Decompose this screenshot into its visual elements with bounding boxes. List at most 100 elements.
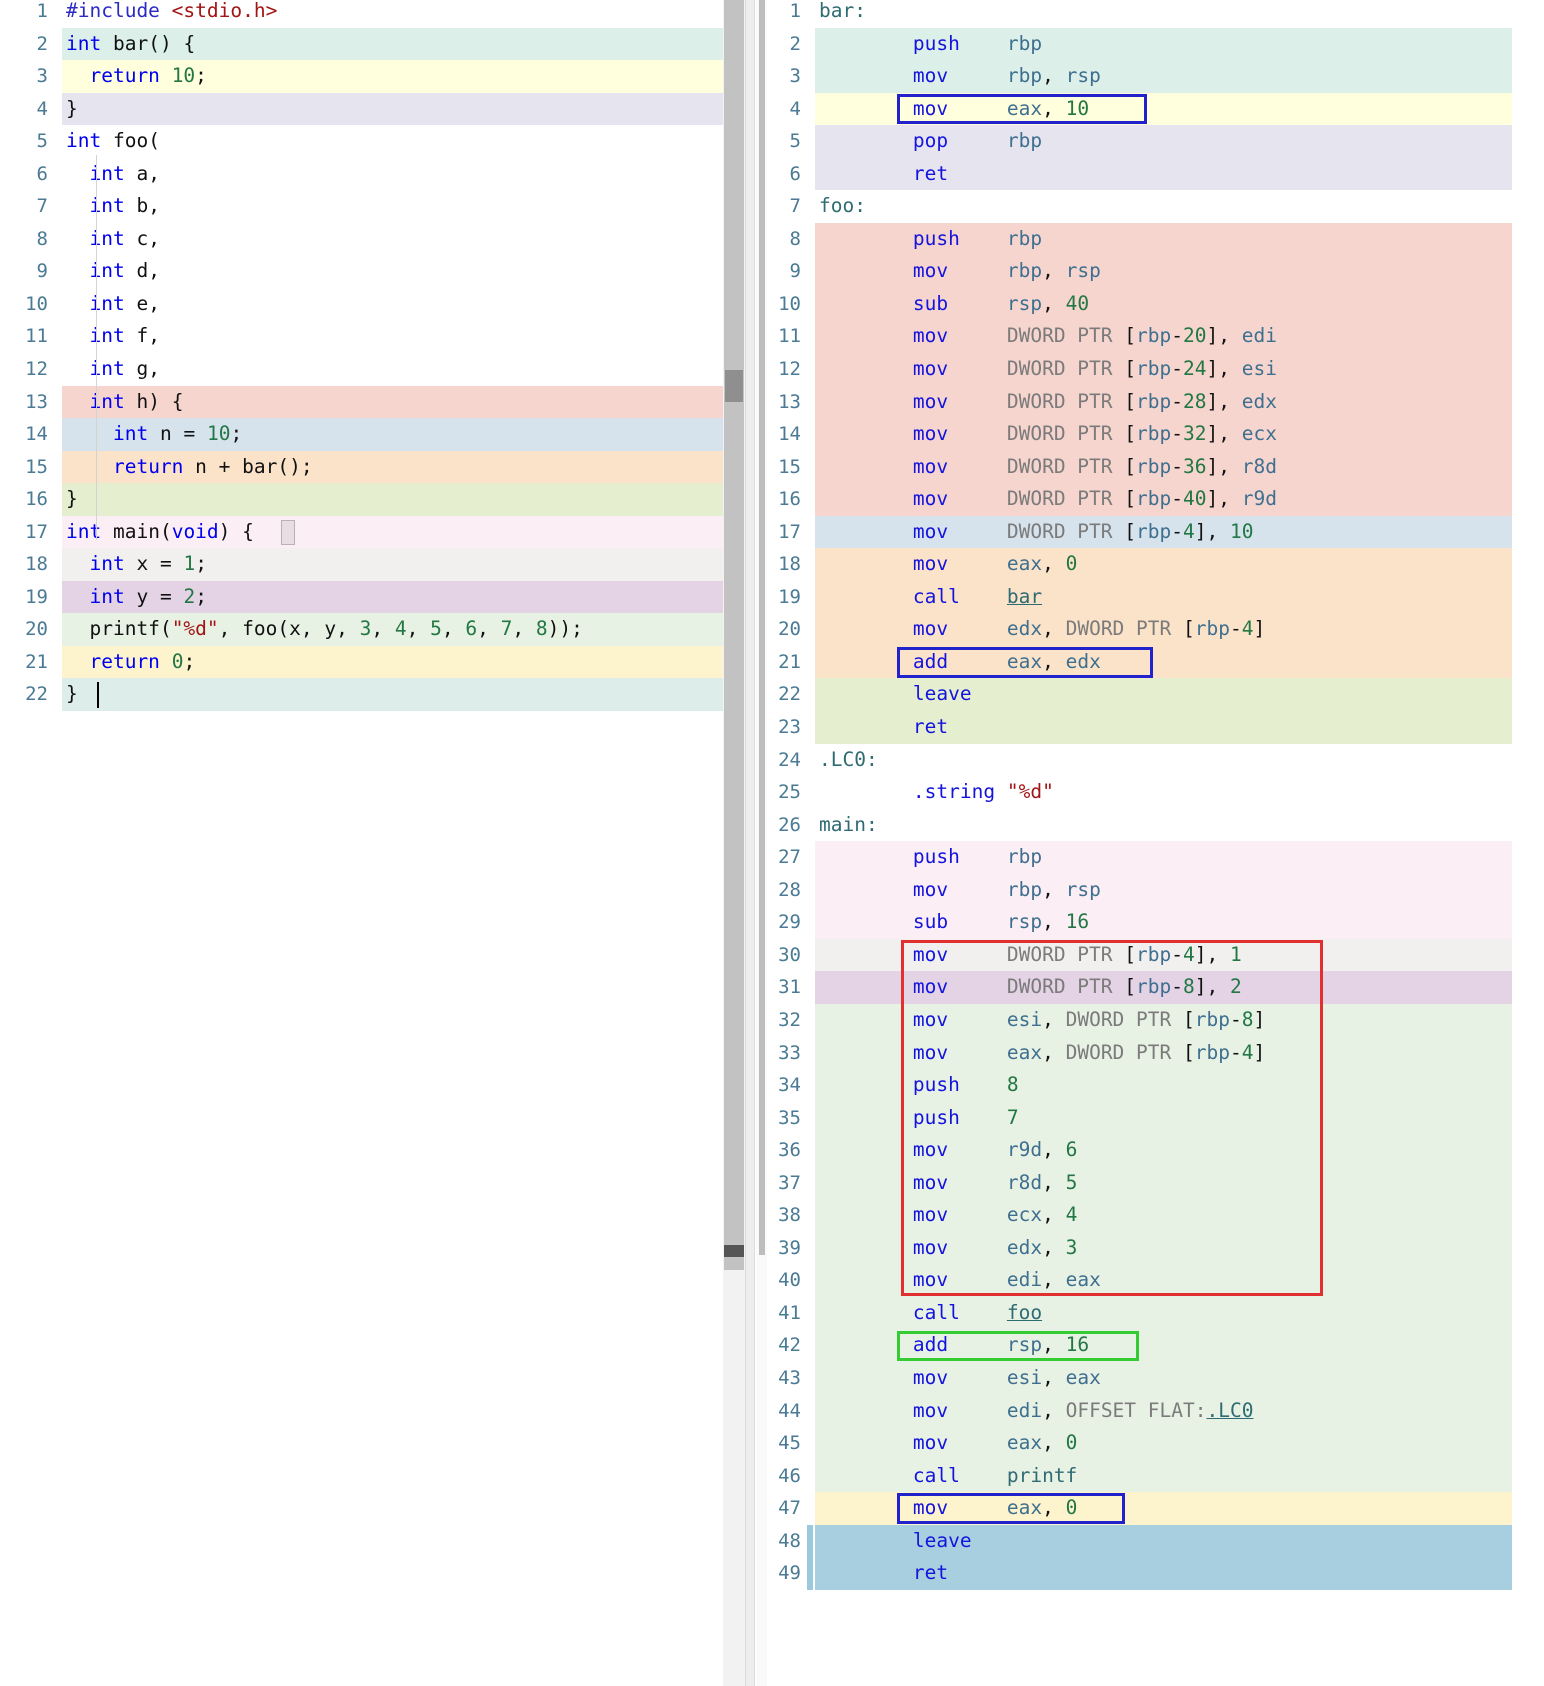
assembly-line-text[interactable]: mov rbp, rsp xyxy=(815,255,1512,288)
source-line[interactable]: 15 return n + bar(); xyxy=(0,450,723,484)
assembly-line-text[interactable]: add eax, edx xyxy=(815,646,1512,679)
scrollbar-thumb[interactable] xyxy=(724,0,744,1270)
assembly-line-text[interactable]: .LC0: xyxy=(815,744,1512,777)
source-line-text[interactable]: #include <stdio.h> xyxy=(62,0,723,28)
assembly-line[interactable]: 44 mov edi, OFFSET FLAT:.LC0 xyxy=(723,1394,1512,1428)
source-line[interactable]: 10 int e, xyxy=(0,287,723,321)
assembly-line[interactable]: 8 push rbp xyxy=(723,222,1512,256)
source-line[interactable]: 1 #include <stdio.h> xyxy=(0,0,723,28)
source-line-text[interactable]: } xyxy=(62,483,723,516)
assembly-line-text[interactable]: mov edi, eax xyxy=(815,1264,1512,1297)
source-line[interactable]: 11 int f, xyxy=(0,320,723,354)
assembly-line-text[interactable]: call printf xyxy=(815,1460,1512,1493)
assembly-line[interactable]: 31 mov DWORD PTR [rbp-8], 2 xyxy=(723,971,1512,1004)
source-line[interactable]: 2 int bar() { xyxy=(0,27,723,61)
assembly-line[interactable]: 13 mov DWORD PTR [rbp-28], edx xyxy=(723,385,1512,419)
assembly-line[interactable]: 24 .LC0: xyxy=(723,743,1512,777)
source-vertical-scrollbar[interactable] xyxy=(723,0,745,1686)
source-line[interactable]: 12 int g, xyxy=(0,353,723,386)
assembly-line-text[interactable]: bar: xyxy=(815,0,1512,28)
assembly-line[interactable]: 2 push rbp xyxy=(723,27,1512,61)
assembly-line[interactable]: 49 ret xyxy=(723,1557,1512,1590)
source-line[interactable]: 17 int main(void) { xyxy=(0,515,723,549)
assembly-line-text[interactable]: mov rbp, rsp xyxy=(815,60,1512,93)
assembly-line[interactable]: 3 mov rbp, rsp xyxy=(723,60,1512,93)
assembly-output-pane[interactable]: 1 bar: 2 push rbp 3 mov rbp, rsp 4 mov eax, … xyxy=(723,0,1512,1686)
assembly-line-text[interactable]: mov DWORD PTR [rbp-20], edi xyxy=(815,320,1512,353)
source-line-text[interactable]: return 0; xyxy=(62,646,723,679)
assembly-code-lines[interactable]: 1 bar: 2 push rbp 3 mov rbp, rsp 4 mov eax, … xyxy=(723,0,1512,1590)
assembly-line-text[interactable]: mov r9d, 6 xyxy=(815,1134,1512,1167)
assembly-line[interactable]: 37 mov r8d, 5 xyxy=(723,1166,1512,1200)
assembly-line[interactable]: 9 mov rbp, rsp xyxy=(723,255,1512,288)
source-line-text[interactable]: return n + bar(); xyxy=(62,451,723,484)
assembly-line[interactable]: 36 mov r9d, 6 xyxy=(723,1134,1512,1167)
assembly-line-text[interactable]: mov DWORD PTR [rbp-4], 1 xyxy=(815,939,1512,972)
source-line[interactable]: 3 return 10; xyxy=(0,60,723,93)
source-line-text[interactable]: int b, xyxy=(62,190,723,223)
assembly-line[interactable]: 34 push 8 xyxy=(723,1069,1512,1102)
assembly-line-text[interactable]: mov eax, 0 xyxy=(815,548,1512,581)
assembly-line-text[interactable]: mov edi, OFFSET FLAT:.LC0 xyxy=(815,1395,1512,1428)
assembly-line-text[interactable]: mov DWORD PTR [rbp-36], r8d xyxy=(815,451,1512,484)
source-line[interactable]: 9 int d, xyxy=(0,255,723,288)
assembly-line-text[interactable]: .string "%d" xyxy=(815,776,1512,809)
assembly-line[interactable]: 29 sub rsp, 16 xyxy=(723,906,1512,939)
assembly-line[interactable]: 12 mov DWORD PTR [rbp-24], esi xyxy=(723,353,1512,386)
assembly-line-text[interactable]: mov DWORD PTR [rbp-8], 2 xyxy=(815,971,1512,1004)
source-line-text[interactable]: int y = 2; xyxy=(62,581,723,614)
assembly-line-text[interactable]: mov ecx, 4 xyxy=(815,1199,1512,1232)
assembly-line[interactable]: 46 call printf xyxy=(723,1459,1512,1493)
assembly-line-text[interactable]: push rbp xyxy=(815,841,1512,874)
assembly-line-text[interactable]: foo: xyxy=(815,190,1512,223)
assembly-line[interactable]: 25 .string "%d" xyxy=(723,776,1512,809)
assembly-line-text[interactable]: mov eax, 10 xyxy=(815,93,1512,126)
assembly-line[interactable]: 23 ret xyxy=(723,711,1512,744)
assembly-line[interactable]: 38 mov ecx, 4 xyxy=(723,1199,1512,1232)
source-line-text[interactable]: int x = 1; xyxy=(62,548,723,581)
assembly-line[interactable]: 15 mov DWORD PTR [rbp-36], r8d xyxy=(723,450,1512,484)
assembly-line[interactable]: 40 mov edi, eax xyxy=(723,1264,1512,1297)
source-line[interactable]: 5 int foo( xyxy=(0,125,723,158)
assembly-line[interactable]: 28 mov rbp, rsp xyxy=(723,873,1512,907)
source-line[interactable]: 22} xyxy=(0,678,723,712)
assembly-line-text[interactable]: mov edx, DWORD PTR [rbp-4] xyxy=(815,613,1512,646)
source-line[interactable]: 20 printf("%d", foo(x, y, 3, 4, 5, 6, 7,… xyxy=(0,613,723,646)
assembly-line-text[interactable]: mov edx, 3 xyxy=(815,1232,1512,1265)
assembly-line-text[interactable]: call foo xyxy=(815,1297,1512,1330)
assembly-vertical-scrollbar[interactable] xyxy=(756,0,767,1686)
assembly-line-text[interactable]: add rsp, 16 xyxy=(815,1329,1512,1362)
assembly-line[interactable]: 14 mov DWORD PTR [rbp-32], ecx xyxy=(723,418,1512,451)
assembly-line[interactable]: 7 foo: xyxy=(723,190,1512,223)
assembly-line[interactable]: 11 mov DWORD PTR [rbp-20], edi xyxy=(723,320,1512,354)
assembly-line-text[interactable]: ret xyxy=(815,1557,1512,1590)
assembly-line[interactable]: 6 ret xyxy=(723,157,1512,191)
assembly-line-text[interactable]: mov rbp, rsp xyxy=(815,874,1512,907)
assembly-line-text[interactable]: ret xyxy=(815,711,1512,744)
source-line-text[interactable]: int h) { xyxy=(62,386,723,419)
source-line-text[interactable]: int g, xyxy=(62,353,723,386)
source-code-pane[interactable]: 1 #include <stdio.h> 2 int bar() {3 return … xyxy=(0,0,723,1686)
source-line[interactable]: 8 int c, xyxy=(0,222,723,256)
assembly-line[interactable]: 10 sub rsp, 40 xyxy=(723,287,1512,321)
source-line-text[interactable]: int c, xyxy=(62,223,723,256)
assembly-line-text[interactable]: mov DWORD PTR [rbp-32], ecx xyxy=(815,418,1512,451)
assembly-line-text[interactable]: leave xyxy=(815,1525,1512,1558)
assembly-line[interactable]: 42 add rsp, 16 xyxy=(723,1329,1512,1362)
source-line-text[interactable]: printf("%d", foo(x, y, 3, 4, 5, 6, 7, 8)… xyxy=(62,613,723,646)
scrollbar-thumb[interactable] xyxy=(759,0,765,1255)
assembly-line[interactable]: 26 main: xyxy=(723,808,1512,842)
assembly-line[interactable]: 48 leave xyxy=(723,1524,1512,1558)
source-line[interactable]: 14 int n = 10; xyxy=(0,418,723,451)
assembly-line[interactable]: 47 mov eax, 0 xyxy=(723,1492,1512,1525)
source-line[interactable]: 7 int b, xyxy=(0,190,723,223)
source-line[interactable]: 19 int y = 2; xyxy=(0,580,723,614)
assembly-line[interactable]: 4 mov eax, 10 xyxy=(723,92,1512,126)
source-line-text[interactable]: int d, xyxy=(62,255,723,288)
assembly-line[interactable]: 16 mov DWORD PTR [rbp-40], r9d xyxy=(723,483,1512,516)
assembly-line[interactable]: 30 mov DWORD PTR [rbp-4], 1 xyxy=(723,938,1512,972)
assembly-line-text[interactable]: mov eax, DWORD PTR [rbp-4] xyxy=(815,1037,1512,1070)
assembly-line-text[interactable]: mov eax, 0 xyxy=(815,1427,1512,1460)
assembly-line[interactable]: 39 mov edx, 3 xyxy=(723,1231,1512,1265)
assembly-line[interactable]: 45 mov eax, 0 xyxy=(723,1427,1512,1460)
